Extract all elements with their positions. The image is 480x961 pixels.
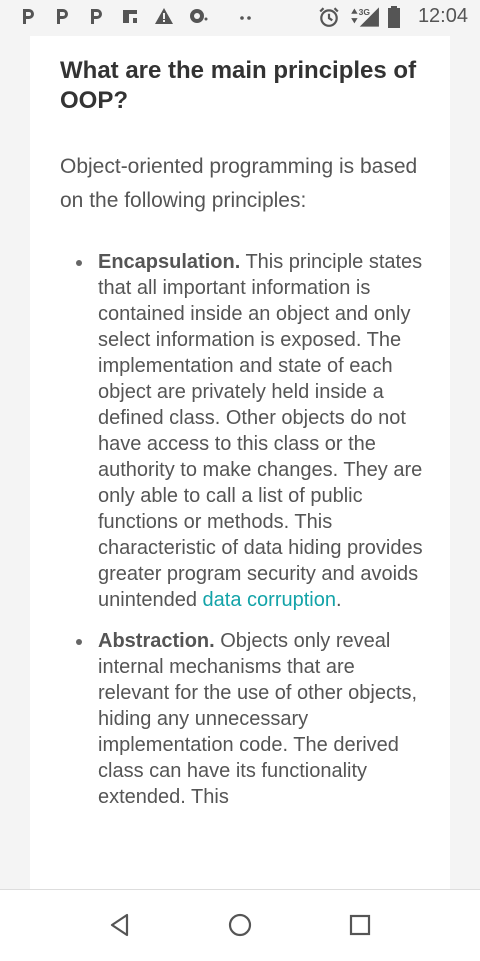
data-corruption-link[interactable]: data corruption (203, 589, 336, 611)
alarm-icon (319, 6, 339, 27)
back-button[interactable] (107, 912, 133, 938)
battery-icon (387, 5, 400, 28)
notification-icons (18, 6, 256, 26)
article-heading: What are the main principles of OOP? (60, 57, 417, 114)
bullet-icon (76, 260, 82, 266)
bullet-icon (76, 639, 82, 645)
clock: 12:04 (417, 5, 468, 27)
principle-text: Objects only reveal internal mechanisms … (98, 630, 418, 808)
list-item-abstraction: Abstraction. Objects only reveal interna… (60, 628, 430, 810)
principle-text-end: . (335, 589, 342, 611)
signal-icon: 3G (351, 6, 379, 27)
principle-term: Abstraction. (98, 630, 215, 652)
principle-text: This principle states that all important… (98, 251, 423, 611)
status-bar: 3G 12:04 (0, 0, 480, 36)
chat-icon (190, 9, 208, 23)
list-item-encapsulation: Encapsulation. This principle states tha… (60, 249, 430, 613)
system-icons: 3G 12:04 (318, 5, 468, 28)
pinterest-icon (23, 9, 34, 24)
navigation-bar (0, 889, 480, 961)
recents-button[interactable] (347, 912, 373, 938)
pinterest-icon (57, 9, 68, 24)
article-intro: Object-oriented programming is based on … (60, 155, 418, 212)
warning-icon (155, 8, 173, 24)
pinterest-icon (91, 9, 102, 24)
home-button[interactable] (227, 912, 253, 938)
network-type-label: 3G (359, 6, 371, 16)
more-dots-icon (240, 16, 251, 20)
principles-list: Encapsulation. This principle states tha… (60, 249, 430, 810)
flipboard-icon (123, 10, 137, 23)
principle-term: Encapsulation. (98, 251, 241, 273)
article-content[interactable]: What are the main principles of OOP? Obj… (30, 36, 450, 889)
